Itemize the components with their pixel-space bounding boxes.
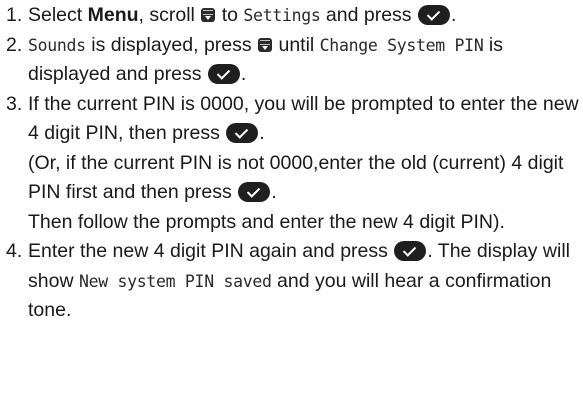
step-text: If the current PIN is 0000, you will be … [28, 92, 579, 145]
step-text: Select [28, 4, 88, 26]
step-number: 1. [6, 4, 23, 26]
ok-checkmark-key-icon [394, 241, 427, 261]
step-text: Enter the new 4 digit PIN again and pres… [28, 240, 394, 262]
step-3: 3. If the current PIN is 0000, you will … [0, 90, 583, 238]
ok-checkmark-key-icon [207, 64, 240, 84]
lcd-text-sounds: Sounds [28, 35, 86, 55]
step-text: to [216, 4, 244, 26]
step-text: until [273, 33, 320, 56]
step-text: . [240, 63, 247, 85]
scroll-down-key-icon [201, 8, 216, 22]
step-2: 2. Sounds is displayed, press until Chan… [0, 31, 583, 90]
lcd-text-settings: Settings [243, 6, 321, 25]
scroll-down-key-icon [258, 37, 273, 52]
step-number: 2. [6, 33, 23, 56]
menu-key-label: Menu [87, 4, 139, 26]
step-number: 4. [6, 240, 23, 262]
ok-checkmark-key-icon [417, 5, 450, 25]
lcd-text-pin-saved: New system PIN saved [78, 271, 272, 291]
step-1: 1. Select Menu, scroll to Settings and p… [0, 1, 583, 31]
step-text: is displayed, press [85, 33, 258, 56]
step-4: 4. Enter the new 4 digit PIN again and p… [0, 237, 583, 326]
step-text: . [259, 122, 265, 144]
lcd-text-change-system-pin: Change System PIN [319, 35, 484, 55]
step-text: and press [320, 4, 417, 26]
ok-checkmark-key-icon [226, 123, 259, 143]
step-text: . [450, 4, 457, 26]
pin-change-instructions: 1. Select Menu, scroll to Settings and p… [0, 0, 583, 326]
step-note: (Or, if the current PIN is not 0000,ente… [28, 151, 564, 204]
step-note: . [271, 181, 277, 203]
step-number: 3. [6, 92, 23, 115]
step-note: Then follow the prompts and enter the ne… [28, 210, 505, 233]
step-text: , scroll [138, 4, 201, 26]
ok-checkmark-key-icon [238, 182, 271, 202]
